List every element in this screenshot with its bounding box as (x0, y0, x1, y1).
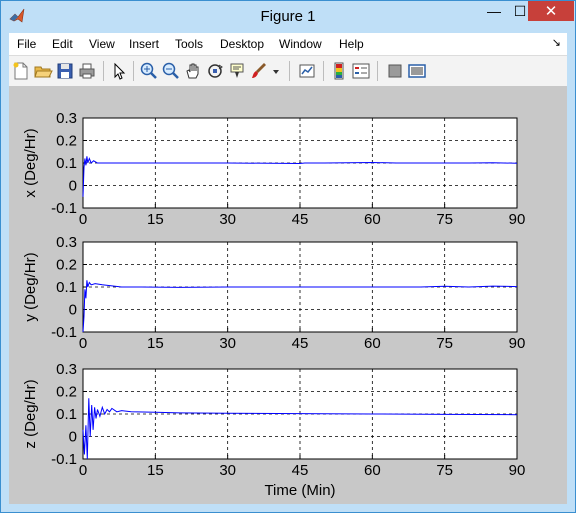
zoom-in-icon[interactable] (139, 61, 159, 81)
y-tick-label: 0.2 (56, 133, 77, 150)
pan-hand-icon[interactable] (183, 61, 203, 81)
y-tick-label: 0.2 (56, 257, 77, 274)
toolbar-separator (377, 61, 378, 81)
data-cursor-icon[interactable] (227, 61, 247, 81)
x-axis-label: Time (Min) (264, 482, 335, 499)
x-tick-label: 30 (219, 211, 236, 228)
menu-insert[interactable]: Insert (129, 37, 159, 51)
y-axis-label: z (Deg/Hr) (22, 379, 39, 448)
edit-plot-arrow-icon[interactable] (109, 61, 129, 81)
rotate-3d-icon[interactable] (205, 61, 225, 81)
x-tick-label: 30 (219, 462, 236, 479)
hide-plot-tools-icon[interactable] (385, 61, 405, 81)
y-tick-label: -0.1 (51, 200, 77, 217)
dock-figure-icon[interactable]: ↘ (552, 36, 561, 49)
figure-toolbar (9, 55, 567, 87)
y-tick-label: 0.1 (56, 279, 77, 296)
open-file-icon[interactable] (33, 61, 53, 81)
x-tick-label: 90 (509, 335, 526, 352)
x-tick-label: 90 (509, 462, 526, 479)
menu-window[interactable]: Window (279, 37, 322, 51)
y-tick-label: 0.2 (56, 384, 77, 401)
y-tick-label: 0 (69, 178, 77, 195)
close-button[interactable]: ✕ (528, 1, 574, 21)
y-tick-label: 0 (69, 302, 77, 319)
y-tick-label: 0 (69, 429, 77, 446)
toolbar-separator (103, 61, 104, 81)
x-tick-label: 90 (509, 211, 526, 228)
y-tick-label: 0.3 (56, 361, 77, 378)
x-tick-label: 30 (219, 335, 236, 352)
zoom-out-icon[interactable] (161, 61, 181, 81)
x-tick-label: 0 (79, 462, 87, 479)
print-figure-icon[interactable] (77, 61, 97, 81)
minimize-button[interactable]: — (481, 1, 507, 21)
menu-tools[interactable]: Tools (175, 37, 203, 51)
figure-plots: 0 15 30 45 60 75 90-0.100.10.20.3x (Deg/Hr)0 15… (22, 110, 526, 499)
x-tick-label: 60 (364, 462, 381, 479)
x-tick-label: 45 (292, 335, 309, 352)
figure-window: Figure 1 — ☐ ✕ File Edit View Insert Too… (0, 0, 576, 513)
x-tick-label: 0 (79, 211, 87, 228)
y-axis-label: y (Deg/Hr) (22, 252, 39, 321)
x-tick-label: 60 (364, 211, 381, 228)
x-tick-label: 45 (292, 211, 309, 228)
x-tick-label: 60 (364, 335, 381, 352)
menu-edit[interactable]: Edit (52, 37, 73, 51)
menu-desktop[interactable]: Desktop (220, 37, 264, 51)
x-tick-label: 75 (436, 462, 453, 479)
y-tick-label: 0.1 (56, 155, 77, 172)
menu-help[interactable]: Help (339, 37, 364, 51)
brush-dropdown-icon[interactable] (271, 61, 281, 81)
x-tick-label: 15 (147, 211, 164, 228)
figure-canvas: 0 15 30 45 60 75 90 -0.1 0 0.1 0.2 0.3 x (Deg/Hr) 0 15… (9, 86, 567, 504)
menu-view[interactable]: View (89, 37, 115, 51)
show-plot-tools-icon[interactable] (407, 61, 427, 81)
y-tick-label: -0.1 (51, 324, 77, 341)
save-figure-icon[interactable] (55, 61, 75, 81)
y-tick-label: 0.1 (56, 406, 77, 423)
x-tick-label: 75 (436, 335, 453, 352)
y-axis-label: x (Deg/Hr) (22, 128, 39, 197)
x-tick-label: 15 (147, 462, 164, 479)
toolbar-separator (289, 61, 290, 81)
x-tick-label: 15 (147, 335, 164, 352)
toolbar-separator (323, 61, 324, 81)
x-tick-label: 45 (292, 462, 309, 479)
link-plot-icon[interactable] (297, 61, 317, 81)
brush-icon[interactable] (249, 61, 269, 81)
toolbar-separator (133, 61, 134, 81)
new-figure-icon[interactable] (11, 61, 31, 81)
x-tick-label: 75 (436, 211, 453, 228)
menu-file[interactable]: File (17, 37, 36, 51)
y-tick-label: 0.3 (56, 110, 77, 127)
x-tick-label: 0 (79, 335, 87, 352)
insert-colorbar-icon[interactable] (329, 61, 349, 81)
menu-bar: File Edit View Insert Tools Desktop Wind… (9, 33, 567, 55)
y-tick-label: 0.3 (56, 234, 77, 251)
y-tick-label: -0.1 (51, 451, 77, 468)
title-bar[interactable]: Figure 1 — ☐ ✕ (1, 1, 575, 32)
insert-legend-icon[interactable] (351, 61, 371, 81)
